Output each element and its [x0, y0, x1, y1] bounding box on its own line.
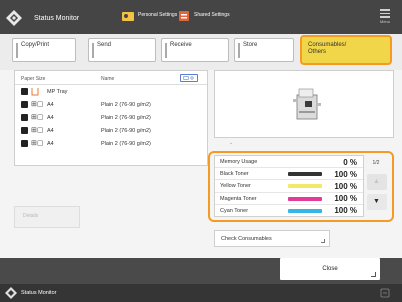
consumable-row-yellow: Yellow Toner 100 %: [215, 180, 363, 193]
function-tabs: Copy/Print Send Receive Store Consumable…: [0, 34, 402, 70]
paper-source-icon: [21, 101, 28, 108]
app-title: Status Monitor: [34, 15, 80, 22]
consumable-percent: 100 %: [334, 169, 357, 179]
paper-row[interactable]: ⊞▢ A4 Plain 2 (76-90 g/m2): [15, 111, 207, 124]
tab-receive[interactable]: Receive: [161, 38, 229, 62]
paper-source-icon: [21, 127, 28, 134]
network-icon: [380, 288, 390, 298]
personal-settings-label: Personal Settings: [138, 12, 178, 18]
consumable-row-magenta: Magenta Toner 100 %: [215, 193, 363, 205]
chevron-down-icon: ⌄: [229, 140, 234, 146]
consumable-name: Yellow Toner: [220, 183, 251, 190]
consumable-percent: 0 %: [343, 157, 357, 167]
check-consumables-label: Check Consumables: [221, 236, 272, 242]
menu-icon: [380, 9, 390, 11]
personal-settings-button[interactable]: Personal Settings: [122, 8, 177, 27]
tab-label: Send: [97, 42, 112, 48]
paper-size: MP Tray: [47, 89, 68, 95]
arrow-down-icon: ▼: [373, 198, 380, 205]
top-bar: Status Monitor Personal Settings Shared …: [0, 0, 402, 34]
close-label: Close: [322, 266, 338, 272]
details-label: Details: [23, 213, 39, 219]
drawer-icon: ⊞▢: [31, 101, 44, 108]
paper-size: A4: [47, 102, 54, 108]
consumable-percent: 100 %: [334, 206, 357, 216]
paper-row[interactable]: ⊞▢ A4 Plain 2 (76-90 g/m2): [15, 124, 207, 137]
paper-source-icon: [21, 88, 28, 95]
tab-copy-print[interactable]: Copy/Print: [12, 38, 76, 62]
consumable-name: Cyan Toner: [220, 207, 249, 214]
consumable-percent: 100 %: [334, 194, 357, 204]
consumables-list: Memory Usage 0 % Black Toner 100 % Yello…: [214, 155, 364, 217]
paper-row[interactable]: ⊞▢ A4 Plain 2 (76-90 g/m2): [15, 98, 207, 111]
menu-button[interactable]: Menu: [378, 7, 392, 25]
shared-settings-button[interactable]: Shared Settings: [178, 8, 230, 27]
corner-arrow-icon: [321, 239, 325, 243]
tab-grip: [165, 43, 167, 58]
drawer-icon: ⊞▢: [31, 114, 44, 121]
shared-settings-label: Shared Settings: [194, 12, 230, 18]
status-text: Status Monitor: [21, 290, 57, 296]
consumable-percent: 100 %: [334, 181, 357, 191]
scroll-down-button[interactable]: ▼: [367, 194, 387, 210]
consumable-row-memory: Memory Usage 0 %: [215, 156, 363, 169]
paper-name: Plain 2 (76-90 g/m2): [101, 141, 151, 147]
consumable-row-cyan: Cyan Toner 100 %: [215, 205, 363, 217]
tab-grip: [92, 43, 94, 58]
paper-row[interactable]: MP Tray: [15, 85, 207, 98]
tab-store[interactable]: Store: [234, 38, 294, 62]
device-preview: [214, 70, 394, 138]
toner-level-bar: [288, 172, 322, 177]
check-consumables-button[interactable]: Check Consumables: [214, 230, 330, 247]
scroll-up-button[interactable]: ▲: [367, 174, 387, 190]
drawer-icon: ⊞▢: [31, 127, 44, 134]
paper-name: Plain 2 (76-90 g/m2): [101, 115, 151, 121]
status-monitor-icon[interactable]: [5, 287, 17, 299]
mp-tray-icon: [31, 88, 39, 96]
paper-name: Plain 2 (76-90 g/m2): [101, 102, 151, 108]
status-monitor-icon: [6, 10, 22, 26]
tab-grip: [238, 43, 240, 58]
paper-name: Plain 2 (76-90 g/m2): [101, 128, 151, 134]
printer-illustration-icon: [293, 88, 321, 120]
paper-row[interactable]: ⊞▢ A4 Plain 2 (76-90 g/m2): [15, 137, 207, 150]
toner-level-bar: [288, 196, 322, 201]
status-bar: Status Monitor: [0, 284, 402, 302]
tab-label: Copy/Print: [21, 42, 50, 48]
paper-size: A4: [47, 115, 54, 121]
toner-level-bar: [288, 208, 322, 213]
corner-arrow-icon: [371, 272, 376, 277]
tab-consumables-others[interactable]: Consumables/ Others: [300, 35, 392, 65]
paper-size-header: Paper Size: [21, 76, 46, 82]
details-button[interactable]: Details: [14, 206, 80, 228]
paper-size: A4: [47, 141, 54, 147]
tab-send[interactable]: Send: [88, 38, 156, 62]
tab-grip: [16, 43, 18, 58]
drawer-icon: ⊞▢: [31, 140, 44, 147]
menu-label: Menu: [379, 19, 390, 24]
view-icon[interactable]: [180, 74, 198, 82]
page-indicator: 1/2: [372, 160, 380, 166]
tab-label: Consumables/ Others: [308, 42, 347, 55]
paper-panel: Paper Size Name MP Tray ⊞▢ A4 Plain 2 (7…: [14, 70, 208, 166]
consumable-name: Memory Usage: [220, 159, 258, 165]
consumable-name: Black Toner: [220, 171, 249, 178]
paper-source-icon: [21, 140, 28, 147]
toner-level-bar: [288, 184, 322, 189]
paper-size: A4: [47, 128, 54, 134]
main-area: Paper Size Name MP Tray ⊞▢ A4 Plain 2 (7…: [0, 70, 402, 258]
bottom-bar: Close: [0, 258, 402, 284]
consumable-name: Magenta Toner: [220, 195, 257, 202]
paper-source-icon: [21, 114, 28, 121]
paper-table-header: Paper Size Name: [15, 71, 207, 85]
person-settings-icon: [122, 12, 134, 21]
close-button[interactable]: Close: [280, 258, 380, 280]
tab-label: Store: [243, 42, 258, 48]
arrow-up-icon: ▲: [373, 178, 380, 185]
tab-label: Receive: [170, 42, 192, 48]
paper-name-header: Name: [101, 76, 115, 82]
shared-settings-icon: [179, 11, 189, 21]
consumable-row-black: Black Toner 100 %: [215, 168, 363, 181]
